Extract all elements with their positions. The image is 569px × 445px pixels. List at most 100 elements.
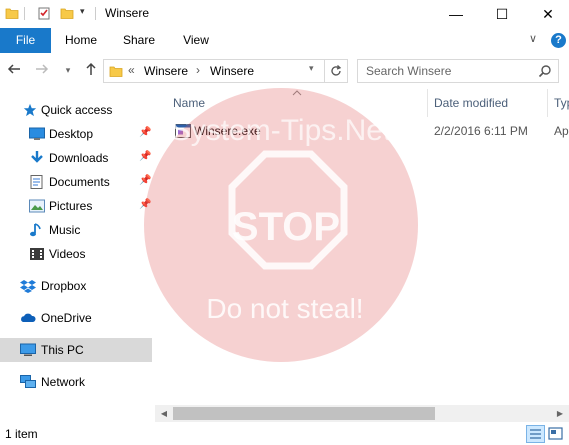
sidebar-item-this-pc[interactable]: This PC [0,338,152,362]
search-icon[interactable] [538,64,552,78]
search-field[interactable]: Search Winsere [357,59,559,83]
pictures-icon [29,199,45,213]
column-divider[interactable] [547,89,548,117]
file-name[interactable]: Winsere.exe [194,124,261,138]
desktop-icon [29,127,45,140]
forward-arrow-icon [36,64,49,74]
recent-locations-icon[interactable]: ▾ [59,61,77,79]
sidebar-item-label: Quick access [41,103,113,117]
new-folder-icon[interactable] [60,6,74,20]
videos-icon [30,248,44,260]
sidebar-item-onedrive[interactable]: OneDrive [0,306,152,330]
breadcrumb-item[interactable]: Winsere [144,64,188,78]
sidebar-item-quick-access[interactable]: Quick access [0,98,152,122]
overflow-chevron[interactable]: « [128,63,135,77]
sidebar-item-documents[interactable]: Documents 📌 [0,170,152,194]
onedrive-icon [21,313,36,322]
up-arrow-icon [86,62,96,75]
details-view-icon [530,429,541,439]
properties-icon[interactable] [37,6,51,20]
scroll-left-icon[interactable]: ◀ [157,405,171,422]
horizontal-scrollbar[interactable]: ◀ ▶ [155,405,569,422]
sidebar-item-downloads[interactable]: Downloads 📌 [0,146,152,170]
window-title: Winsere [105,6,150,20]
large-icons-icon [548,427,563,440]
file-date-modified: 2/2/2016 6:11 PM [434,124,528,138]
sidebar-item-label: Pictures [49,199,93,213]
status-bar: 1 item [0,422,569,445]
back-button[interactable] [5,61,23,79]
sidebar-item-label: Downloads [49,151,109,165]
title-bar: ▾ Winsere — ☐ ✕ [0,0,569,28]
column-header-date-modified[interactable]: Date modified [434,96,508,110]
back-arrow-icon [7,64,20,74]
navigation-pane: Quick access Desktop 📌 Downloads 📌 Docum… [0,89,155,422]
sidebar-item-pictures[interactable]: Pictures 📌 [0,194,152,218]
music-icon [30,223,41,237]
sidebar-item-desktop[interactable]: Desktop 📌 [0,122,152,146]
sidebar-item-label: Music [49,223,81,237]
tab-home[interactable]: Home [56,28,106,53]
file-list[interactable]: Name Date modified Typ Winsere.exe 2/2/2… [155,89,569,407]
network-icon [20,375,36,388]
scrollbar-thumb[interactable] [173,407,435,420]
folder-icon [109,66,123,77]
tab-file[interactable]: File [0,28,51,53]
sidebar-item-label: Documents [49,175,110,189]
breadcrumb-item[interactable]: Winsere [210,64,254,78]
sidebar-item-label: OneDrive [41,311,92,325]
maximize-button[interactable]: ☐ [479,0,525,28]
tab-share[interactable]: Share [114,28,164,53]
download-icon [31,151,43,163]
documents-icon [30,175,43,189]
sidebar-item-dropbox[interactable]: Dropbox [0,274,152,298]
large-icons-view-button[interactable] [547,426,564,441]
divider [95,7,96,20]
forward-button[interactable] [33,61,51,79]
column-header-name[interactable]: Name [173,96,205,110]
maximize-icon: ☐ [495,5,509,22]
exe-file-icon [175,124,191,138]
table-row[interactable]: Winsere.exe 2/2/2016 6:11 PM Ap [155,121,569,143]
sidebar-item-label: Videos [49,247,86,261]
help-icon[interactable]: ? [551,33,566,48]
close-button[interactable]: ✕ [525,0,569,28]
address-bar[interactable]: « Winsere › Winsere ▾ [103,59,348,83]
sidebar-item-label: Desktop [49,127,94,141]
minimize-button[interactable]: — [433,0,479,28]
details-view-button[interactable] [526,425,545,443]
close-icon: ✕ [542,5,554,22]
expand-ribbon-icon[interactable]: ∨ [529,32,537,45]
address-dropdown-icon[interactable]: ▾ [309,63,314,74]
customize-quick-access-icon[interactable]: ▾ [80,6,85,17]
column-divider[interactable] [427,89,428,117]
tab-view[interactable]: View [171,28,221,53]
column-header-row: Name Date modified Typ [155,89,569,117]
column-header-type[interactable]: Typ [554,96,569,110]
ribbon-tabs: File Home Share View ∨ ? [0,28,569,54]
sidebar-item-label: This PC [41,343,84,357]
pin-icon[interactable]: 📌 [139,151,151,162]
folder-icon[interactable] [5,6,19,20]
file-type: Ap [554,124,569,138]
computer-icon [20,343,36,356]
pin-icon[interactable]: 📌 [139,175,151,186]
sidebar-item-videos[interactable]: Videos [0,242,152,266]
divider [324,60,325,82]
sidebar-item-network[interactable]: Network [0,370,152,394]
pin-icon[interactable]: 📌 [139,127,151,138]
star-icon [23,103,37,117]
pin-icon[interactable]: 📌 [139,199,151,210]
dropbox-icon [20,280,36,293]
sidebar-item-music[interactable]: Music [0,218,152,242]
scroll-right-icon[interactable]: ▶ [553,405,567,422]
sidebar-item-label: Network [41,375,86,389]
sort-ascending-icon [292,90,302,96]
up-button[interactable] [82,61,100,79]
search-input[interactable]: Search Winsere [366,64,451,78]
item-count: 1 item [5,427,38,441]
breadcrumb-separator[interactable]: › [196,63,200,77]
address-row: ▾ « Winsere › Winsere ▾ Search Winsere [0,53,569,89]
divider [24,7,25,20]
refresh-icon[interactable] [329,64,343,78]
